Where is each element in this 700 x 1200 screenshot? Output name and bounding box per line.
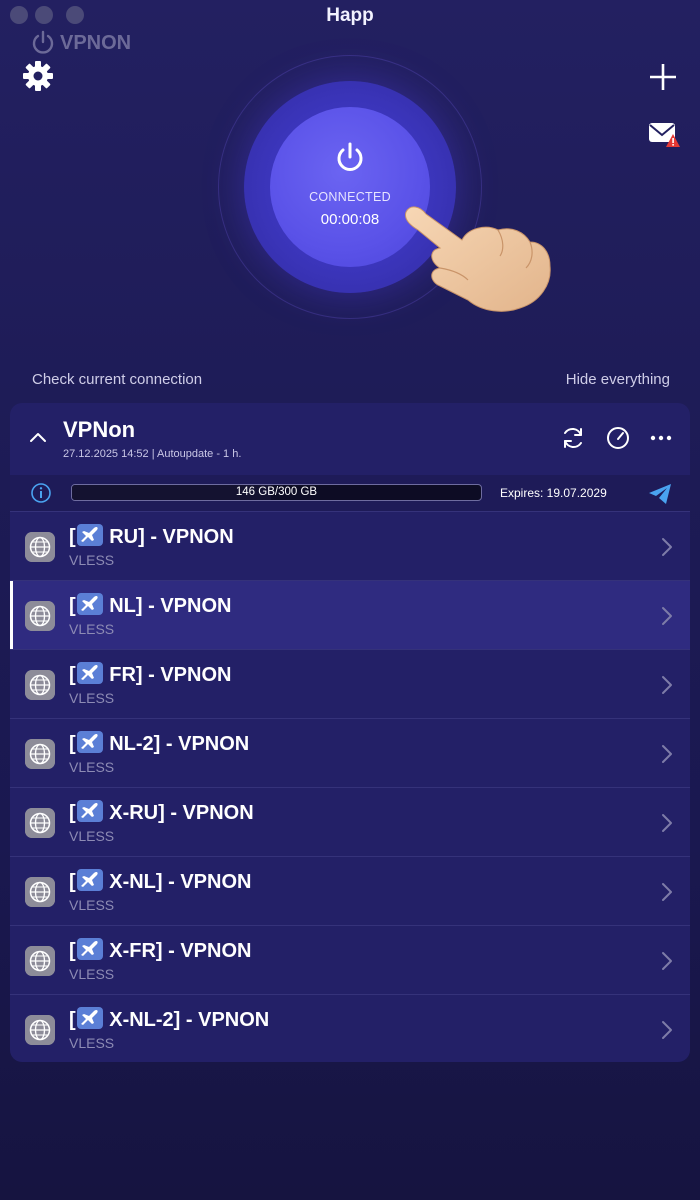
more-icon[interactable] [648,425,674,451]
usage-row: 146 GB/300 GB Expires: 19.07.2029 [10,475,690,511]
server-name: [ FR] - VPNON [69,662,231,687]
chevron-right-icon [662,676,672,694]
server-name-suffix: NL] - VPNON [103,595,232,617]
server-item[interactable]: [ NL-2] - VPNON VLESS [10,718,690,787]
server-item[interactable]: [ X-NL] - VPNON VLESS [10,856,690,925]
server-name: [ X-NL] - VPNON [69,869,251,894]
server-protocol: VLESS [69,690,115,706]
server-protocol: VLESS [69,552,115,568]
send-icon[interactable] [648,483,672,505]
server-name: [ X-FR] - VPNON [69,938,251,963]
globe-icon [25,601,55,631]
server-protocol: VLESS [69,966,115,982]
traffic-usage-bar: 146 GB/300 GB [71,484,482,501]
refresh-icon[interactable] [560,425,586,451]
brand-text: VPNON [60,31,132,54]
app-title: Happ [326,5,374,26]
server-name-prefix: [ [69,871,76,893]
server-item[interactable]: [ NL] - VPNON VLESS [10,580,690,650]
server-item[interactable]: [ X-FR] - VPNON VLESS [10,925,690,994]
globe-icon [25,739,55,769]
server-name: [ RU] - VPNON [69,524,234,549]
title-bar: Happ [0,0,700,34]
server-name-suffix: RU] - VPNON [103,526,234,548]
subscription-meta: 27.12.2025 14:52 | Autoupdate - 1 h. [63,448,242,460]
speedometer-icon[interactable] [605,425,631,451]
server-name-prefix: [ [69,733,76,755]
chevron-right-icon [662,814,672,832]
server-name: [ NL] - VPNON [69,593,231,618]
globe-icon [25,1015,55,1045]
traffic-usage-text: 146 GB/300 GB [235,486,318,498]
pointing-hand-icon [405,206,551,312]
server-name: [ X-NL-2] - VPNON [69,1007,269,1032]
subscription-name: VPNon [63,417,136,442]
subscription-header[interactable]: VPNon 27.12.2025 14:52 | Autoupdate - 1 … [10,403,690,475]
globe-icon [25,877,55,907]
server-name-prefix: [ [69,802,76,824]
airplane-icon [76,869,103,891]
info-icon[interactable] [30,482,52,504]
server-name-prefix: [ [69,664,76,686]
airplane-icon [76,938,103,960]
chevron-right-icon [662,538,672,556]
globe-icon [25,808,55,838]
server-name-prefix: [ [69,595,76,617]
plus-icon[interactable] [648,62,678,92]
server-name-suffix: NL-2] - VPNON [103,733,250,755]
server-name-suffix: X-FR] - VPNON [103,940,252,962]
hide-everything-link[interactable]: Hide everything [566,371,670,388]
expiry-date: Expires: 19.07.2029 [500,486,607,500]
subscription-panel: VPNon 27.12.2025 14:52 | Autoupdate - 1 … [10,403,690,1062]
server-name-suffix: FR] - VPNON [103,664,232,686]
server-name: [ X-RU] - VPNON [69,800,254,825]
chevron-right-icon [662,883,672,901]
chevron-right-icon [662,745,672,763]
airplane-icon [76,524,103,546]
chevron-right-icon [662,952,672,970]
server-name-suffix: X-NL-2] - VPNON [103,1009,270,1031]
chevron-right-icon [662,1021,672,1039]
check-connection-link[interactable]: Check current connection [32,371,202,388]
server-protocol: VLESS [69,828,115,844]
server-item[interactable]: [ RU] - VPNON VLESS [10,511,690,580]
server-list: [ RU] - VPNON VLESS [ NL] - VPNON VLESS [10,511,690,1062]
server-item[interactable]: [ X-NL-2] - VPNON VLESS [10,994,690,1062]
globe-icon [25,670,55,700]
server-protocol: VLESS [69,1035,115,1051]
airplane-icon [76,662,103,684]
brand-power-icon [32,30,54,54]
server-name-suffix: X-NL] - VPNON [103,871,252,893]
power-icon [337,142,363,171]
server-name-prefix: [ [69,940,76,962]
chevron-right-icon [662,607,672,625]
mail-alert-icon[interactable] [648,120,680,148]
server-protocol: VLESS [69,897,115,913]
brand-logo: VPNON [30,30,131,56]
airplane-icon [76,1007,103,1029]
globe-icon [25,532,55,562]
server-item[interactable]: [ X-RU] - VPNON VLESS [10,787,690,856]
selection-indicator [10,581,13,650]
server-name-prefix: [ [69,526,76,548]
server-name: [ NL-2] - VPNON [69,731,249,756]
globe-icon [25,946,55,976]
gear-icon[interactable] [22,60,54,92]
server-name-prefix: [ [69,1009,76,1031]
server-protocol: VLESS [69,759,115,775]
airplane-icon [76,593,103,615]
server-protocol: VLESS [69,621,115,637]
airplane-icon [76,731,103,753]
airplane-icon [76,800,103,822]
server-item[interactable]: [ FR] - VPNON VLESS [10,649,690,718]
chevron-up-icon[interactable] [28,429,48,445]
server-name-suffix: X-RU] - VPNON [103,802,254,824]
